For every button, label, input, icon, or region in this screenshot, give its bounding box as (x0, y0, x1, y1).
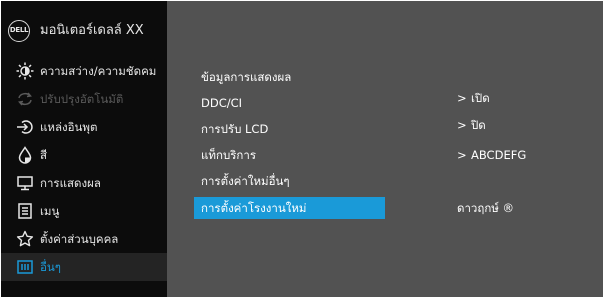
row-label: ข้อมูลการแสดงผล (201, 70, 292, 84)
ddc-ci-value: > เปิด (457, 90, 490, 106)
chevron-right-icon: > (457, 91, 467, 105)
sidebar-item-label: อื่นๆ (40, 260, 61, 274)
sidebar-item-label: แหล่งอินพุต (40, 120, 98, 134)
row-ddc-ci[interactable]: DDC/CI (194, 92, 385, 114)
row-label: การตั้งค่าใหม่อื่นๆ (201, 174, 290, 188)
sidebar-item-label: ปรับปรุงอัตโนมัติ (40, 92, 124, 106)
display-icon (16, 174, 34, 192)
monitor-title: มอนิเตอร์เดลล์ XX (40, 23, 144, 38)
submenu-panel: ข้อมูลการแสดงผล DDC/CI การปรับ LCD แท็กบ… (167, 1, 603, 297)
star-icon (16, 230, 34, 248)
input-source-icon (16, 118, 34, 136)
row-display-info[interactable]: ข้อมูลการแสดงผล (194, 66, 385, 88)
row-reset-others[interactable]: การตั้งค่าใหม่อื่นๆ (194, 170, 385, 192)
sidebar-item-personalize[interactable]: ตั้งค่าส่วนบุคคล (1, 225, 167, 253)
sidebar-item-color[interactable]: สี (1, 141, 167, 169)
sidebar-item-display[interactable]: การแสดงผล (1, 169, 167, 197)
osd-header: DELL มอนิเตอร์เดลล์ XX (1, 1, 167, 57)
chevron-right-icon: > (457, 118, 467, 132)
sidebar-item-label: เมนู (40, 204, 60, 218)
dell-logo: DELL (8, 20, 30, 42)
sidebar: DELL มอนิเตอร์เดลล์ XX ความสว่าง/ความชัด… (1, 1, 167, 297)
row-service-tag[interactable]: แท็กบริการ (194, 144, 385, 166)
monitor-osd-menu: DELL มอนิเตอร์เดลล์ XX ความสว่าง/ความชัด… (1, 1, 603, 297)
value-text: ABCDEFG (471, 148, 527, 162)
sidebar-item-label: ความสว่าง/ความชัดคม (40, 64, 157, 78)
row-lcd-conditioning[interactable]: การปรับ LCD (194, 118, 385, 140)
others-icon (16, 258, 34, 276)
service-tag-value: > ABCDEFG (457, 147, 526, 163)
sidebar-item-label: สี (40, 148, 48, 162)
value-text: ปิด (471, 118, 486, 132)
value-text: ดาวฤกษ์ ® (457, 201, 515, 215)
factory-reset-value: ดาวฤกษ์ ® (457, 200, 514, 216)
sidebar-item-auto-adjust: ปรับปรุงอัตโนมัติ (1, 85, 167, 113)
row-label: แท็กบริการ (201, 148, 257, 162)
color-icon (16, 146, 34, 164)
menu-icon (16, 202, 34, 220)
chevron-right-icon: > (457, 148, 467, 162)
row-label: การปรับ LCD (201, 122, 269, 136)
row-factory-reset[interactable]: การตั้งค่าโรงงานใหม่ (194, 197, 385, 219)
lcd-conditioning-value: > ปิด (457, 117, 486, 133)
sidebar-item-input-source[interactable]: แหล่งอินพุต (1, 113, 167, 141)
row-label: การตั้งค่าโรงงานใหม่ (201, 201, 307, 215)
brightness-icon (16, 62, 34, 80)
sidebar-item-brightness-contrast[interactable]: ความสว่าง/ความชัดคม (1, 57, 167, 85)
auto-adjust-icon (16, 90, 34, 108)
value-text: เปิด (471, 91, 490, 105)
sidebar-item-menu[interactable]: เมนู (1, 197, 167, 225)
sidebar-item-label: การแสดงผล (40, 176, 101, 190)
sidebar-item-label: ตั้งค่าส่วนบุคคล (40, 232, 119, 246)
sidebar-item-others[interactable]: อื่นๆ (1, 253, 167, 281)
row-label: DDC/CI (201, 96, 243, 110)
